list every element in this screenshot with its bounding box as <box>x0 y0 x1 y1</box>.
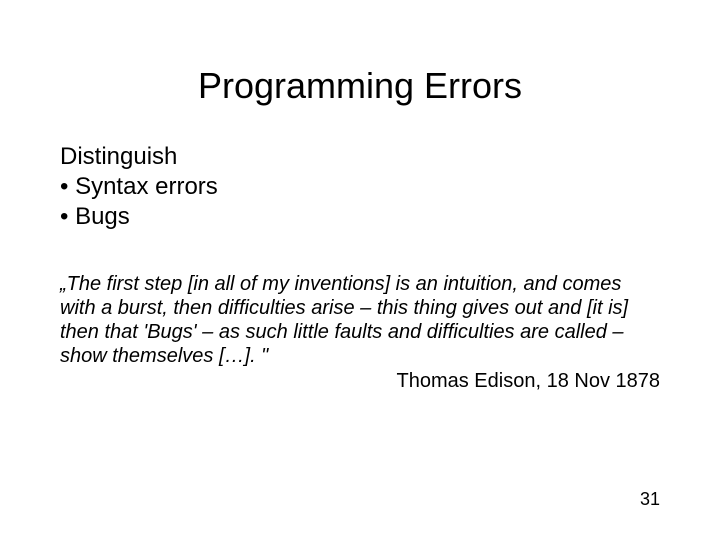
body-line-intro: Distinguish <box>60 142 660 172</box>
body-content: Distinguish • Syntax errors • Bugs <box>60 142 660 232</box>
quote-attribution: Thomas Edison, 18 Nov 1878 <box>60 370 660 393</box>
slide-title: Programming Errors <box>60 65 660 107</box>
quote-text: „The first step [in all of my inventions… <box>60 272 660 368</box>
bullet-bugs: • Bugs <box>60 202 660 232</box>
bullet-syntax-errors: • Syntax errors <box>60 172 660 202</box>
page-number: 31 <box>640 489 660 510</box>
